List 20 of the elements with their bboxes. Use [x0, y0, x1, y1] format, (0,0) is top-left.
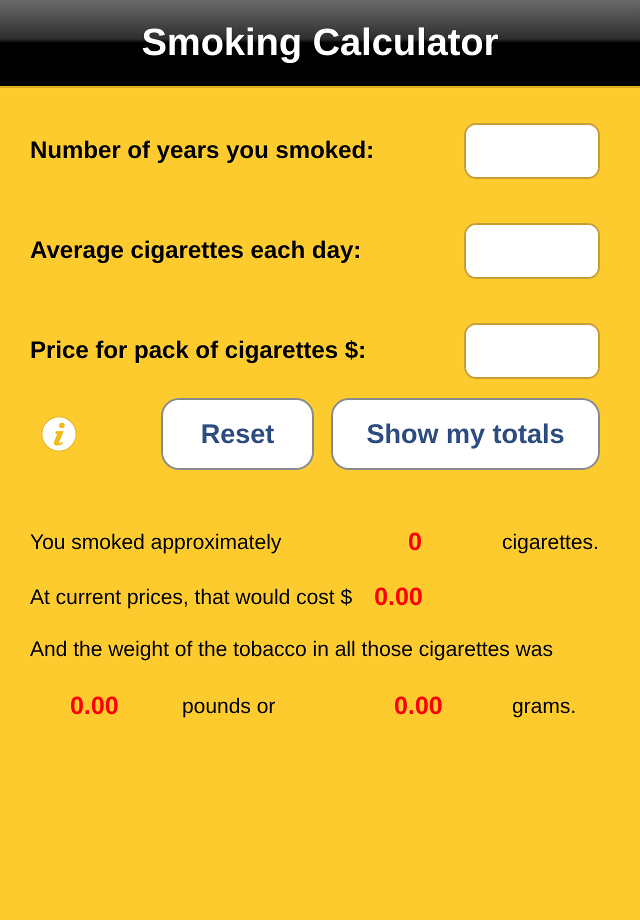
reset-button[interactable]: Reset [161, 398, 314, 470]
pounds-value: 0.00 [70, 692, 120, 721]
result-text: pounds or [182, 694, 276, 718]
result-text: You smoked approximately [30, 530, 282, 554]
result-text: cigarettes. [502, 530, 599, 554]
grams-value: 0.00 [394, 692, 444, 721]
input-field[interactable] [464, 323, 600, 379]
show-totals-button[interactable]: Show my totals [331, 398, 600, 470]
field-label: Average cigarettes each day: [30, 237, 362, 265]
field-label: Number of years you smoked: [30, 137, 374, 165]
info-icon[interactable] [40, 415, 78, 453]
result-text: grams. [512, 694, 576, 718]
result-text: At current prices, that would cost $ [30, 586, 352, 610]
app-title: Smoking Calculator [142, 22, 498, 64]
cigarettes-value: 0 [408, 528, 423, 557]
field-label: Price for pack of cigarettes $: [30, 337, 366, 365]
result-text: And the weight of the tobacco in all those cigarettes was [30, 638, 553, 662]
cost-value: 0.00 [374, 583, 423, 612]
input-field[interactable] [464, 223, 600, 279]
input-field[interactable] [464, 123, 600, 179]
